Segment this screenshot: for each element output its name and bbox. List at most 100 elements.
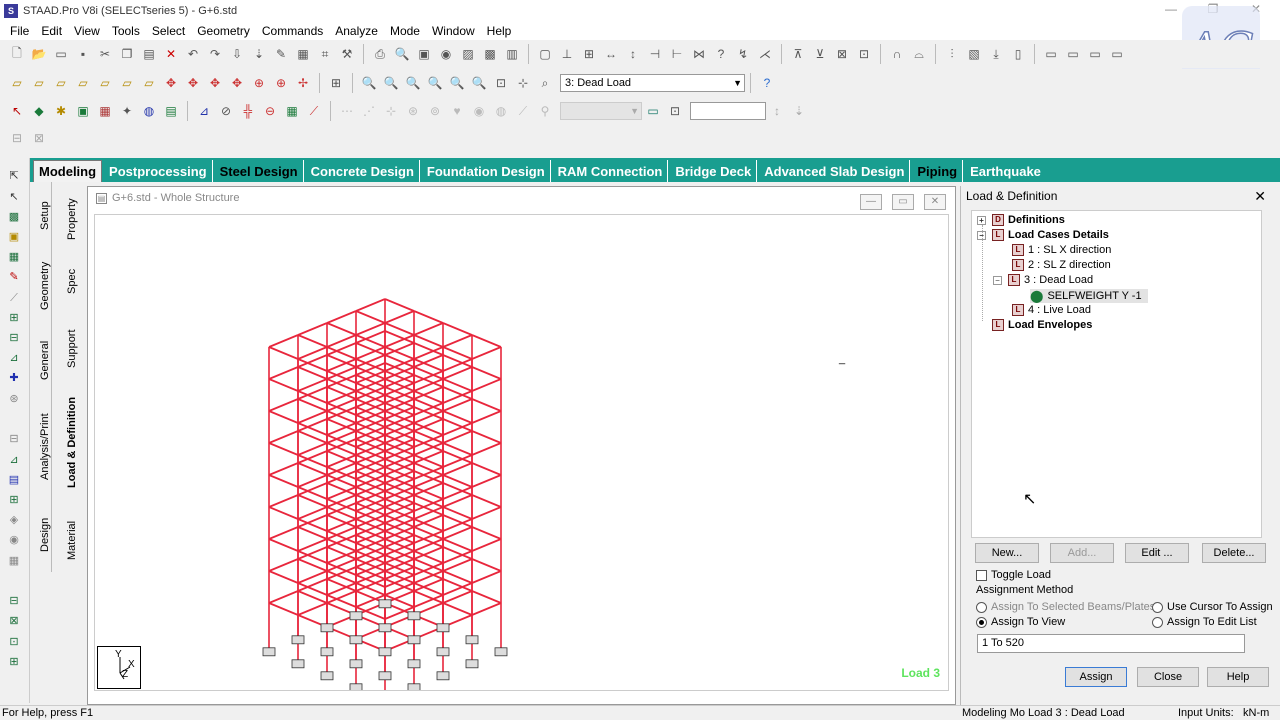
tool-icon[interactable]: ▯ <box>1008 44 1028 64</box>
frame-member[interactable] <box>297 322 328 336</box>
frame-member[interactable] <box>471 602 502 616</box>
tool-icon[interactable]: ⊞ <box>5 310 23 326</box>
tool-icon[interactable]: ⊥ <box>557 44 577 64</box>
frame-member[interactable] <box>384 298 415 312</box>
assign-selected-radio[interactable]: Assign To Selected Beams/Plates <box>976 601 1155 613</box>
tool-icon[interactable]: ⊞ <box>5 492 23 508</box>
frame-member[interactable] <box>268 494 299 508</box>
tool-icon[interactable]: ⊞ <box>579 44 599 64</box>
rotate-icon[interactable]: ✥ <box>205 73 225 93</box>
frame-member[interactable] <box>471 346 502 360</box>
menu-analyze[interactable]: Analyze <box>329 24 384 38</box>
menu-file[interactable]: File <box>4 24 35 38</box>
fixed-support[interactable] <box>407 635 421 645</box>
rotate-icon[interactable]: ⊕ <box>249 73 269 93</box>
close-icon[interactable]: ✕ <box>1254 188 1266 205</box>
frame-member[interactable] <box>268 410 299 424</box>
fixed-support[interactable] <box>349 659 363 669</box>
view-top-icon[interactable]: ▱ <box>117 73 137 93</box>
frame-member[interactable] <box>268 474 299 488</box>
tab-modeling[interactable]: Modeling <box>33 160 103 182</box>
tab-earthquake[interactable]: Earthquake <box>965 160 1046 182</box>
tool-icon[interactable]: ⋌ <box>755 44 775 64</box>
menu-help[interactable]: Help <box>481 24 518 38</box>
camera-icon[interactable]: ◉ <box>436 44 456 64</box>
tool-icon[interactable]: ▣ <box>73 101 93 121</box>
tree-selfweight[interactable]: ⬤ SELFWEIGHT Y -1 <box>1030 289 1148 303</box>
frame-member[interactable] <box>297 602 328 616</box>
frame-member[interactable] <box>268 506 299 520</box>
frame-member[interactable] <box>471 474 502 488</box>
tree-load-envelopes[interactable]: L Load Envelopes <box>992 319 1092 331</box>
fixed-support[interactable] <box>262 647 276 657</box>
vtab-general[interactable]: General <box>39 341 51 380</box>
disabled-select[interactable]: ▼ <box>560 102 642 120</box>
zoom-previous-icon[interactable]: 🔍 <box>447 73 467 93</box>
maximize-icon[interactable]: ▭ <box>892 194 914 210</box>
menu-geometry[interactable]: Geometry <box>191 24 256 38</box>
vtab-support[interactable]: Support <box>66 329 78 368</box>
checkbox-box[interactable] <box>976 569 987 581</box>
tool-icon[interactable]: ⊛ <box>5 391 23 407</box>
tool-icon[interactable]: ⋈ <box>689 44 709 64</box>
tool-icon[interactable]: ◈ <box>5 512 23 528</box>
menu-window[interactable]: Window <box>426 24 481 38</box>
fixed-support[interactable] <box>349 611 363 621</box>
tool-icon[interactable]: ⊟ <box>5 431 23 447</box>
open-folder-icon[interactable]: ▭ <box>51 44 71 64</box>
fixed-support[interactable] <box>378 623 392 633</box>
frame-member[interactable] <box>471 442 502 456</box>
vtab-design[interactable]: Design <box>39 518 51 552</box>
cut-icon[interactable]: ✂ <box>95 44 115 64</box>
frame-member[interactable] <box>268 526 299 540</box>
frame-member[interactable] <box>268 462 299 476</box>
assign-view-radio[interactable]: Assign To View <box>976 616 1065 628</box>
print-icon[interactable]: ⎙ <box>370 44 390 64</box>
fixed-support[interactable] <box>378 647 392 657</box>
menu-select[interactable]: Select <box>146 24 191 38</box>
frame-member[interactable] <box>268 346 299 360</box>
menu-edit[interactable]: Edit <box>35 24 68 38</box>
tool-icon[interactable]: ↖ <box>7 101 27 121</box>
fixed-support[interactable] <box>407 683 421 690</box>
tool-icon[interactable]: ⊠ <box>29 128 49 148</box>
frame-member[interactable] <box>471 334 502 348</box>
rotate-icon[interactable]: ✥ <box>183 73 203 93</box>
tab-piping[interactable]: Piping <box>912 160 964 182</box>
tab-advanced-slab-design[interactable]: Advanced Slab Design <box>759 160 911 182</box>
tool-icon[interactable]: ⊿ <box>194 101 214 121</box>
menu-view[interactable]: View <box>68 24 106 38</box>
help-button[interactable]: Help <box>1207 667 1269 687</box>
view-bottom-icon[interactable]: ▱ <box>139 73 159 93</box>
tool-icon[interactable]: ⊿ <box>5 350 23 366</box>
frame-member[interactable] <box>413 310 444 324</box>
tool-icon[interactable]: ⊘ <box>216 101 236 121</box>
tool-icon[interactable]: ⋯ <box>337 101 357 121</box>
tool-icon[interactable]: ╬ <box>238 101 258 121</box>
fixed-support[interactable] <box>320 647 334 657</box>
assign-edit-list-radio[interactable]: Assign To Edit List <box>1152 616 1257 628</box>
close-icon[interactable]: ✕ <box>924 194 946 210</box>
tool-icon[interactable]: ⇩ <box>227 44 247 64</box>
frame-member[interactable] <box>471 462 502 476</box>
tool-icon[interactable]: ▦ <box>5 553 23 569</box>
fixed-support[interactable] <box>436 623 450 633</box>
fixed-support[interactable] <box>378 671 392 681</box>
tool-icon[interactable]: ⟋ <box>513 101 533 121</box>
tool-icon[interactable]: ⫶ <box>942 44 962 64</box>
zoom-all-icon[interactable]: 🔍 <box>469 73 489 93</box>
tool-icon[interactable]: ⊟ <box>5 330 23 346</box>
add-button[interactable]: Add... <box>1050 543 1114 563</box>
frame-member[interactable] <box>268 398 299 412</box>
tree-load-case-4[interactable]: L 4 : Live Load <box>1012 304 1091 316</box>
zoom-window-icon[interactable]: 🔍 <box>381 73 401 93</box>
redo-icon[interactable]: ↷ <box>205 44 225 64</box>
hammer-icon[interactable]: ⚒ <box>337 44 357 64</box>
tool-icon[interactable]: ⊛ <box>403 101 423 121</box>
magnify-icon[interactable]: ⊹ <box>513 73 533 93</box>
tab-postprocessing[interactable]: Postprocessing <box>104 160 213 182</box>
frame-member[interactable] <box>471 494 502 508</box>
spinner-icon[interactable]: ↕ <box>767 101 787 121</box>
tool-icon[interactable]: ◉ <box>469 101 489 121</box>
frame-member[interactable] <box>326 310 357 324</box>
